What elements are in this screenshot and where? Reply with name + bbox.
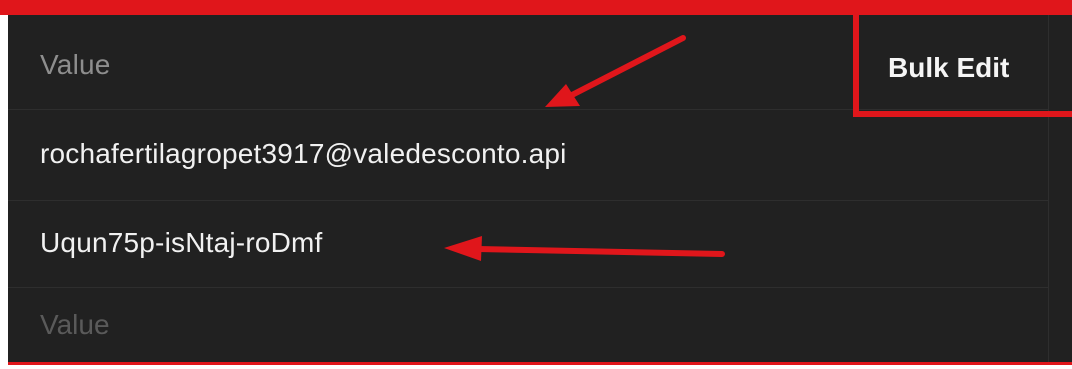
table-row[interactable]: Uqun75p-isNtaj-roDmf (8, 201, 1048, 288)
value-column-header: Value (40, 49, 111, 80)
new-value-row[interactable] (8, 288, 1048, 362)
annotation-bottom-line (8, 362, 1072, 365)
bulk-edit-button[interactable]: Bulk Edit (888, 52, 1009, 84)
column-divider (1048, 15, 1049, 362)
value-cell-password[interactable]: Uqun75p-isNtaj-roDmf (40, 227, 323, 259)
key-value-table: Value Bulk Edit rochafertilagropet3917@v… (8, 15, 1072, 362)
value-cell-email[interactable]: rochafertilagropet3917@valedesconto.api (40, 138, 567, 170)
table-header-row: Value Bulk Edit (8, 15, 1048, 110)
new-value-input[interactable] (8, 288, 1048, 362)
screenshot-frame: Value Bulk Edit rochafertilagropet3917@v… (0, 0, 1072, 369)
table-row[interactable]: rochafertilagropet3917@valedesconto.api (8, 110, 1048, 201)
annotation-red-bar (0, 0, 1072, 15)
